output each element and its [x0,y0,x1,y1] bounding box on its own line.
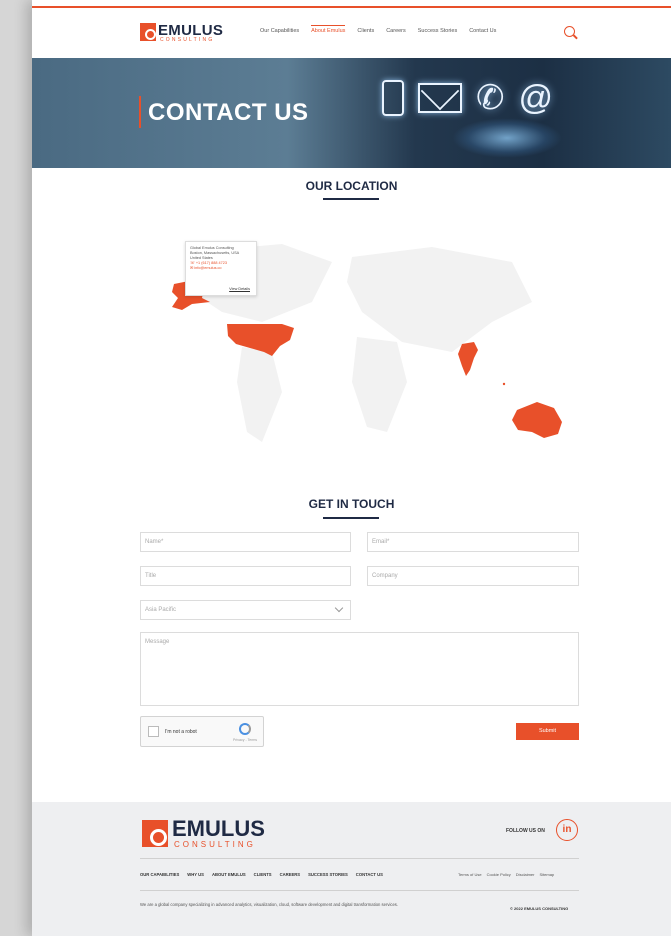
footer-legal-nav: Terms of Use Cookie Policy Disclaimer Si… [458,872,554,877]
job-title-field[interactable]: Title [140,566,351,586]
popup-view-details-link[interactable]: View Details [229,287,250,291]
popup-email[interactable]: ✉ info@emulus.co [190,266,252,271]
footer-divider-top [140,858,579,859]
site-logo[interactable]: EMULUS CONSULTING [140,22,230,46]
telephone-icon: ✆ [476,79,505,117]
contact-title: GET IN TOUCH [308,497,395,511]
nav-careers[interactable]: Careers [386,28,406,34]
follow-us-label: FOLLOW US ON [506,828,545,834]
phone-icon [382,80,404,116]
recaptcha-checkbox[interactable] [148,726,159,737]
linkedin-icon[interactable]: in [556,819,578,841]
region-select[interactable]: Asia Pacific [140,600,351,620]
site-header: EMULUS CONSULTING Our Capabilities About… [32,8,671,58]
recaptcha-terms[interactable]: Privacy - Terms [233,738,257,742]
site-footer: EMULUS CONSULTING FOLLOW US ON in OUR CA… [32,802,671,936]
at-icon: @ [518,78,554,117]
page-title: CONTACT US [148,99,309,126]
footer-link-capabilities[interactable]: OUR CAPABILITIES [140,872,179,877]
recaptcha-logo-icon [239,723,251,735]
footer-link-contact[interactable]: CONTACT US [356,872,383,877]
location-title-underline [323,198,379,200]
location-title: OUR LOCATION [305,179,398,193]
copyright: © 2022 EMULUS CONSULTING [510,906,569,911]
map-location-popup: Global Emulus Consulting Boston, Massach… [185,241,257,296]
email-placeholder: Email* [372,539,390,545]
name-field[interactable]: Name* [140,532,351,552]
logo-mark-icon [140,23,156,41]
footer-logo-word: EMULUS [172,816,265,841]
hero-glow [452,118,562,158]
popup-email-value: info@emulus.co [194,266,222,270]
nav-clients[interactable]: Clients [357,28,374,34]
chevron-down-icon [334,603,344,613]
footer-link-about[interactable]: ABOUT EMULUS [212,872,246,877]
footer-link-careers[interactable]: CAREERS [280,872,300,877]
recaptcha-widget: I'm not a robot Privacy - Terms [140,716,264,747]
footer-logo-mark-icon [142,820,168,847]
footer-nav: OUR CAPABILITIES WHY US ABOUT EMULUS CLI… [140,872,383,877]
footer-description: We are a global company specializing in … [140,902,399,907]
recaptcha-label: I'm not a robot [165,729,197,735]
mail-icon [418,83,462,113]
footer-logo[interactable]: EMULUS CONSULTING [142,816,282,852]
nav-our-capabilities[interactable]: Our Capabilities [260,28,299,34]
main-nav: Our Capabilities About Emulus Clients Ca… [260,24,496,35]
footer-link-cookie[interactable]: Cookie Policy [487,872,511,877]
nav-contact-us[interactable]: Contact Us [469,28,496,34]
footer-link-why-us[interactable]: WHY US [187,872,204,877]
region-value: Asia Pacific [145,607,177,613]
company-field[interactable]: Company [367,566,579,586]
nav-about-emulus[interactable]: About Emulus [311,24,346,35]
submit-button[interactable]: Submit [516,723,579,740]
logo-sub: CONSULTING [160,37,215,43]
map-india [458,342,478,376]
job-title-placeholder: Title [145,573,157,579]
hero-icons: ✆ @ [382,78,553,118]
popup-phone-value: +1 (617) 888 4723 [195,261,227,265]
contact-title-underline [323,517,379,519]
email-field[interactable]: Email* [367,532,579,552]
message-placeholder: Message [145,639,170,645]
search-icon[interactable] [564,26,575,37]
footer-link-success-stories[interactable]: SUCCESS STORIES [308,872,348,877]
footer-link-disclaimer[interactable]: Disclaimer [516,872,535,877]
message-field[interactable]: Message [140,632,579,706]
footer-link-clients[interactable]: CLIENTS [254,872,272,877]
company-placeholder: Company [372,573,398,579]
hero-banner: CONTACT US ✆ @ [32,58,671,168]
map-marker-singapore [502,382,506,386]
nav-success-stories[interactable]: Success Stories [418,28,457,34]
footer-divider-bottom [140,890,579,891]
hero-title-bar [139,96,141,128]
footer-link-sitemap[interactable]: Sitemap [539,872,554,877]
footer-logo-sub: CONSULTING [174,840,256,849]
name-placeholder: Name* [145,539,164,545]
map-australia [512,402,562,438]
footer-link-terms[interactable]: Terms of Use [458,872,482,877]
page: EMULUS CONSULTING Our Capabilities About… [32,0,671,936]
